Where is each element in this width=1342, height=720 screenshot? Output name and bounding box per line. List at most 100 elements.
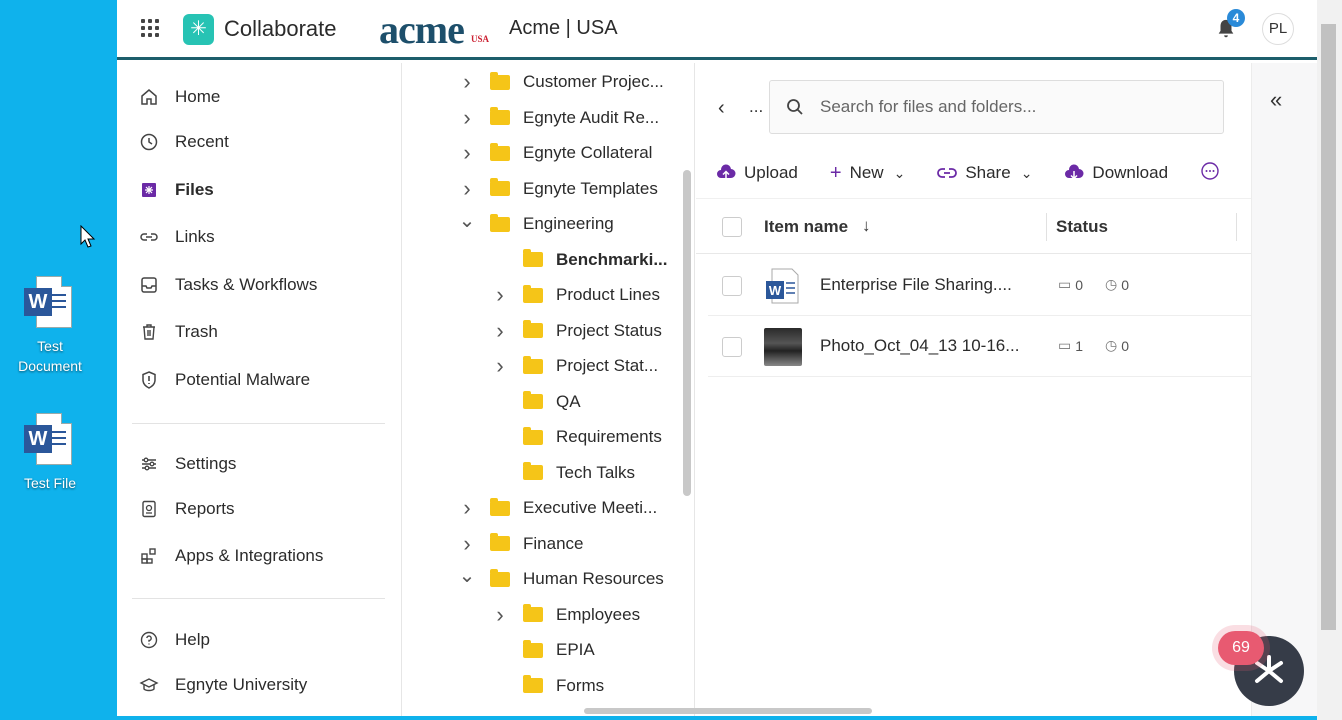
nav-item-links[interactable]: Links xyxy=(139,222,215,252)
folder-icon xyxy=(523,284,543,303)
folder-tree-item[interactable]: Requirements xyxy=(491,422,662,452)
chevron-right-icon[interactable]: › xyxy=(458,140,476,166)
comment-count[interactable]: ▭ 1 xyxy=(1058,337,1083,354)
clock-icon xyxy=(139,132,159,152)
app-launcher-grid-icon[interactable] xyxy=(141,19,159,37)
folder-tree-item[interactable]: ⌄ Engineering xyxy=(458,209,614,239)
window-scrollbar[interactable] xyxy=(1317,0,1342,720)
nav-item-label: Egnyte University xyxy=(175,675,308,694)
user-avatar[interactable]: PL xyxy=(1262,13,1294,45)
chevron-right-icon[interactable]: › xyxy=(458,495,476,521)
file-row[interactable]: W Enterprise File Sharing.... ▭ 0 ◷ 0 xyxy=(708,255,1251,316)
folder-tree-item[interactable]: Forms xyxy=(491,671,604,701)
nav-item-reports[interactable]: Reports xyxy=(139,494,235,524)
scrollbar-thumb[interactable] xyxy=(1321,24,1336,630)
more-actions-button[interactable] xyxy=(1200,161,1220,186)
folder-tree-item[interactable]: › Finance xyxy=(458,529,583,559)
select-all-checkbox[interactable] xyxy=(722,217,742,237)
folder-tree-item[interactable]: Benchmarki... xyxy=(491,245,668,275)
desktop-icon-test-document[interactable]: W Test Document xyxy=(5,276,95,376)
folder-tree-item[interactable]: › Egnyte Collateral xyxy=(458,138,652,168)
version-count[interactable]: ◷ 0 xyxy=(1105,276,1129,293)
search-input[interactable] xyxy=(820,97,1200,117)
word-document-icon: W xyxy=(764,267,802,305)
word-document-icon: W xyxy=(24,276,76,332)
folder-tree-item[interactable]: QA xyxy=(491,387,581,417)
version-count[interactable]: ◷ 0 xyxy=(1105,337,1129,354)
folder-tree-item[interactable]: › Product Lines xyxy=(491,280,660,310)
sort-down-arrow-icon[interactable]: ↓ xyxy=(862,216,871,236)
nav-item-egnyte-university[interactable]: Egnyte University xyxy=(139,670,307,700)
desktop-icon-test-file[interactable]: W Test File xyxy=(5,413,95,493)
app-name: Collaborate xyxy=(224,16,337,41)
folder-tree-item[interactable]: › Project Stat... xyxy=(491,351,658,381)
chevron-right-icon[interactable]: › xyxy=(458,531,476,557)
help-icon xyxy=(139,630,159,650)
folder-icon xyxy=(523,391,543,409)
folder-name: Human Resources xyxy=(523,569,664,588)
nav-item-trash[interactable]: Trash xyxy=(139,317,218,347)
folder-name: Tech Talks xyxy=(556,462,636,482)
comment-count[interactable]: ▭ 0 xyxy=(1058,276,1083,293)
download-button[interactable]: Download xyxy=(1064,163,1168,183)
folder-tree-item[interactable]: › Egnyte Templates xyxy=(458,174,658,204)
nav-item-potential-malware[interactable]: Potential Malware xyxy=(139,365,310,395)
breadcrumb-ellipsis[interactable]: ... xyxy=(749,97,763,117)
folder-icon xyxy=(523,355,543,374)
column-divider[interactable] xyxy=(1236,213,1237,241)
share-button[interactable]: Share ⌄ xyxy=(937,163,1032,183)
expand-panel-double-chevron-icon[interactable]: « xyxy=(1270,87,1282,113)
folder-icon xyxy=(490,568,510,587)
nav-item-home[interactable]: Home xyxy=(139,82,220,112)
folder-name: Requirements xyxy=(556,427,662,446)
file-name[interactable]: Photo_Oct_04_13 10-16... xyxy=(820,336,1019,356)
folder-tree-item[interactable]: EPIA xyxy=(491,635,595,665)
nav-divider xyxy=(132,423,385,424)
nav-item-label: Files xyxy=(175,180,214,199)
new-button[interactable]: + New ⌄ xyxy=(830,162,905,185)
nav-item-label: Tasks & Workflows xyxy=(175,275,318,294)
nav-divider xyxy=(132,598,385,599)
upload-button[interactable]: Upload xyxy=(716,163,798,183)
folder-tree-scrollbar[interactable] xyxy=(683,170,691,496)
nav-item-settings[interactable]: Settings xyxy=(139,449,236,479)
column-item-name[interactable]: Item name xyxy=(764,217,848,237)
folder-tree: › Customer Projec... › Egnyte Audit Re... › E… xyxy=(403,63,695,716)
folder-tree-item[interactable]: Tech Talks xyxy=(491,458,635,488)
search-box[interactable] xyxy=(769,80,1224,134)
folder-tree-item[interactable]: › Executive Meeti... xyxy=(458,493,657,523)
chevron-right-icon[interactable]: › xyxy=(458,69,476,95)
chevron-down-icon[interactable]: ⌄ xyxy=(458,563,476,588)
chevron-right-icon[interactable]: › xyxy=(491,602,509,628)
horizontal-scrollbar[interactable] xyxy=(584,708,872,714)
folder-name: Project Status xyxy=(556,320,662,340)
folder-tree-item[interactable]: › Project Status xyxy=(491,316,662,346)
folder-tree-item[interactable]: ⌄ Human Resources xyxy=(458,564,664,594)
back-arrow-icon[interactable]: ‹ xyxy=(718,97,725,120)
file-name[interactable]: Enterprise File Sharing.... xyxy=(820,275,1012,295)
chat-unread-badge: 69 xyxy=(1218,631,1264,665)
chevron-right-icon[interactable]: › xyxy=(491,318,509,344)
comment-icon: ▭ xyxy=(1058,276,1072,292)
details-panel-collapsed: « xyxy=(1251,63,1317,716)
folder-tree-item[interactable]: › Employees xyxy=(491,600,640,630)
nav-item-recent[interactable]: Recent xyxy=(139,127,229,157)
nav-item-label: Trash xyxy=(175,322,218,341)
nav-item-tasks-workflows[interactable]: Tasks & Workflows xyxy=(139,270,317,300)
row-checkbox[interactable] xyxy=(722,337,742,357)
file-row[interactable]: Photo_Oct_04_13 10-16... ▭ 1 ◷ 0 xyxy=(708,316,1251,377)
row-checkbox[interactable] xyxy=(722,276,742,296)
chevron-right-icon[interactable]: › xyxy=(491,282,509,308)
folder-tree-item[interactable]: › Customer Projec... xyxy=(458,67,663,97)
column-divider[interactable] xyxy=(1046,213,1047,241)
chevron-right-icon[interactable]: › xyxy=(458,105,476,131)
chevron-down-icon[interactable]: ⌄ xyxy=(458,208,476,233)
chevron-right-icon[interactable]: › xyxy=(491,353,509,379)
nav-item-help[interactable]: Help xyxy=(139,625,210,655)
chevron-right-icon[interactable]: › xyxy=(458,176,476,202)
folder-tree-item[interactable]: › Egnyte Audit Re... xyxy=(458,103,659,133)
new-label: New xyxy=(849,163,884,182)
nav-item-files[interactable]: Files xyxy=(139,175,214,205)
nav-item-apps-integrations[interactable]: Apps & Integrations xyxy=(139,541,323,571)
column-status[interactable]: Status xyxy=(1056,217,1108,237)
